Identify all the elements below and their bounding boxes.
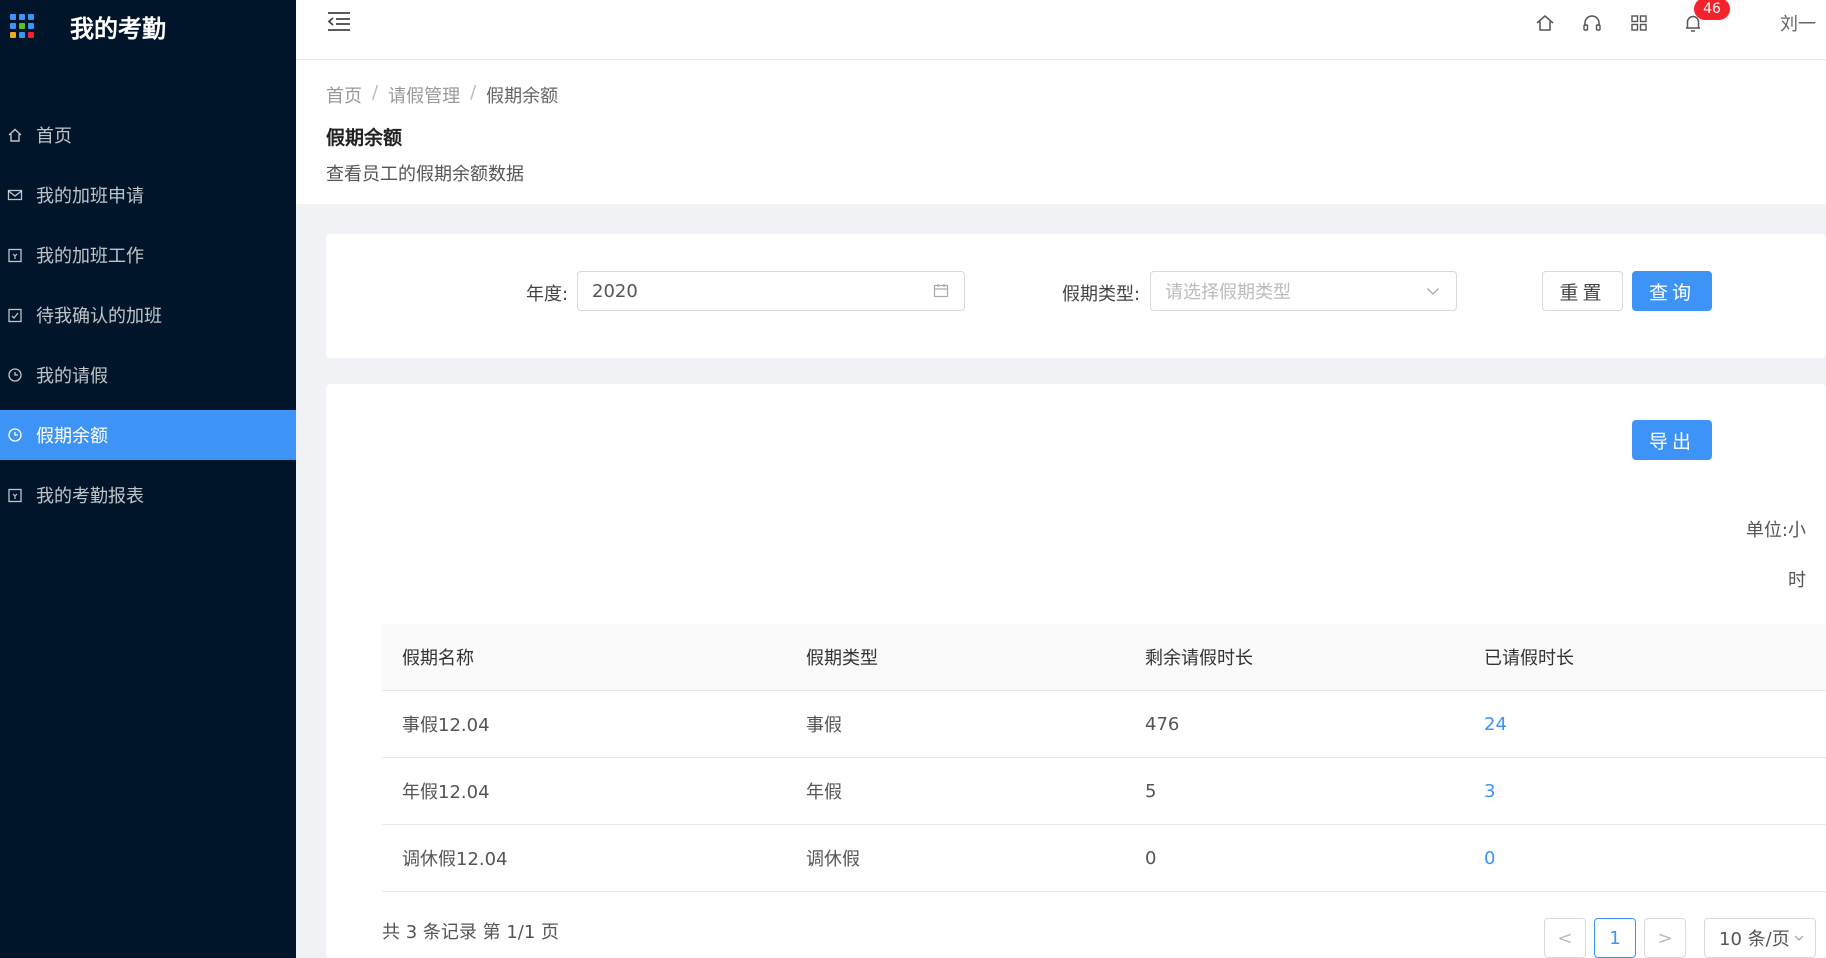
column-header-remaining-hours: 剩余请假时长	[1145, 648, 1253, 669]
app-grid-logo-icon	[10, 10, 42, 42]
cell-leave-name: 调休假12.04	[402, 849, 508, 870]
sidebar-item-pending-overtime[interactable]: 待我确认的加班	[0, 290, 296, 340]
year-label: 年度:	[526, 284, 569, 305]
year-value: 2020	[592, 280, 638, 302]
cell-used-hours-link[interactable]: 0	[1484, 848, 1495, 869]
leave-type-label: 假期类型:	[1062, 284, 1141, 305]
page-size-value: 10 条/页	[1719, 929, 1790, 950]
breadcrumb-separator: /	[470, 82, 477, 103]
sidebar-item-label: 假期余额	[36, 426, 108, 447]
apps-grid-icon[interactable]	[1628, 12, 1650, 34]
sidebar: 我的考勤 首页 我的加班申请 我的加班工作 待我确认的加班 我的请假 假期余额 …	[0, 0, 296, 958]
cell-remaining-hours: 0	[1145, 847, 1157, 869]
leave-type-placeholder: 请选择假期类型	[1165, 282, 1291, 303]
sidebar-item-label: 我的加班申请	[36, 186, 144, 207]
year-picker[interactable]: 2020	[577, 271, 965, 311]
table-row: 调休假12.04 调休假 0 0	[382, 825, 1826, 892]
next-page-button[interactable]: >	[1644, 918, 1686, 958]
user-name[interactable]: 刘一	[1780, 10, 1816, 36]
home-icon	[6, 126, 24, 144]
sidebar-item-my-leave[interactable]: 我的请假	[0, 350, 296, 400]
breadcrumb-separator: /	[372, 82, 379, 103]
sidebar-item-label: 首页	[36, 126, 72, 147]
sidebar-item-attendance-report[interactable]: 我的考勤报表	[0, 470, 296, 520]
sidebar-item-leave-balance[interactable]: 假期余额	[0, 410, 296, 460]
sidebar-item-label: 我的加班工作	[36, 246, 144, 267]
column-header-used-hours: 已请假时长	[1484, 648, 1574, 669]
leave-balance-table: 假期名称 假期类型 剩余请假时长 已请假时长 事假12.04 事假 476 24…	[382, 624, 1826, 892]
page-description: 查看员工的假期余额数据	[326, 164, 524, 185]
breadcrumb-item-leave-management[interactable]: 请假管理	[388, 82, 460, 108]
breadcrumb: 首页 / 请假管理 / 假期余额	[326, 82, 558, 108]
balance-table-panel: 导出 单位:小时 假期名称 假期类型 剩余请假时长 已请假时长 事假12.04 …	[326, 384, 1826, 958]
sidebar-item-label: 待我确认的加班	[36, 306, 162, 327]
app-title: 我的考勤	[70, 14, 166, 43]
query-button[interactable]: 查询	[1632, 271, 1712, 311]
cell-used-hours-link[interactable]: 3	[1484, 781, 1495, 802]
sidebar-item-overtime-application[interactable]: 我的加班申请	[0, 170, 296, 220]
sidebar-menu: 首页 我的加班申请 我的加班工作 待我确认的加班 我的请假 假期余额 我的考勤报…	[0, 110, 296, 520]
notification-count-badge: 46	[1694, 0, 1730, 20]
prev-page-button[interactable]: <	[1544, 918, 1586, 958]
clock-icon	[6, 366, 24, 384]
menu-fold-icon[interactable]	[326, 9, 352, 33]
column-header-leave-name: 假期名称	[402, 648, 474, 669]
chevron-down-icon	[1424, 282, 1442, 300]
sidebar-item-overtime-work[interactable]: 我的加班工作	[0, 230, 296, 280]
page-header: 首页 / 请假管理 / 假期余额 假期余额 查看员工的假期余额数据	[296, 60, 1826, 204]
cell-leave-type: 年假	[806, 782, 842, 803]
calendar-icon	[6, 486, 24, 504]
sidebar-item-label: 我的考勤报表	[36, 486, 144, 507]
page-title: 假期余额	[326, 127, 403, 149]
export-button[interactable]: 导出	[1632, 420, 1712, 460]
cell-leave-type: 调休假	[806, 849, 860, 870]
headset-icon[interactable]	[1581, 12, 1603, 34]
brand: 我的考勤	[0, 0, 296, 52]
breadcrumb-item-current: 假期余额	[486, 86, 559, 107]
page-number-button[interactable]: 1	[1594, 918, 1636, 958]
cell-remaining-hours: 5	[1145, 780, 1157, 802]
filter-panel: 年度: 2020 假期类型: 请选择假期类型 重置 查询	[326, 234, 1826, 358]
clock-icon	[6, 426, 24, 444]
table-row: 年假12.04 年假 5 3	[382, 758, 1826, 825]
page-size-select[interactable]: 10 条/页	[1704, 918, 1816, 958]
cell-leave-name: 事假12.04	[402, 715, 490, 736]
calendar-icon	[932, 282, 950, 300]
cell-leave-name: 年假12.04	[402, 782, 490, 803]
pagination-summary: 共 3 条记录 第 1/1 页	[382, 922, 560, 943]
home-icon[interactable]	[1534, 12, 1556, 34]
calendar-icon	[6, 246, 24, 264]
unit-label: 单位:小时	[1745, 520, 1806, 591]
reset-button[interactable]: 重置	[1542, 271, 1623, 311]
table-row: 事假12.04 事假 476 24	[382, 691, 1826, 758]
table-header-row: 假期名称 假期类型 剩余请假时长 已请假时长	[382, 624, 1826, 691]
sidebar-item-home[interactable]: 首页	[0, 110, 296, 160]
cell-used-hours-link[interactable]: 24	[1484, 714, 1507, 735]
top-header: 46 刘一	[296, 0, 1826, 60]
cell-leave-type: 事假	[806, 715, 842, 736]
cell-remaining-hours: 476	[1145, 713, 1180, 735]
calendar-check-icon	[6, 306, 24, 324]
sidebar-item-label: 我的请假	[36, 366, 108, 387]
column-header-leave-type: 假期类型	[806, 648, 878, 669]
leave-type-select[interactable]: 请选择假期类型	[1150, 271, 1457, 311]
chevron-down-icon	[1792, 931, 1806, 945]
breadcrumb-item-home[interactable]: 首页	[326, 82, 362, 108]
mail-icon	[6, 186, 24, 204]
